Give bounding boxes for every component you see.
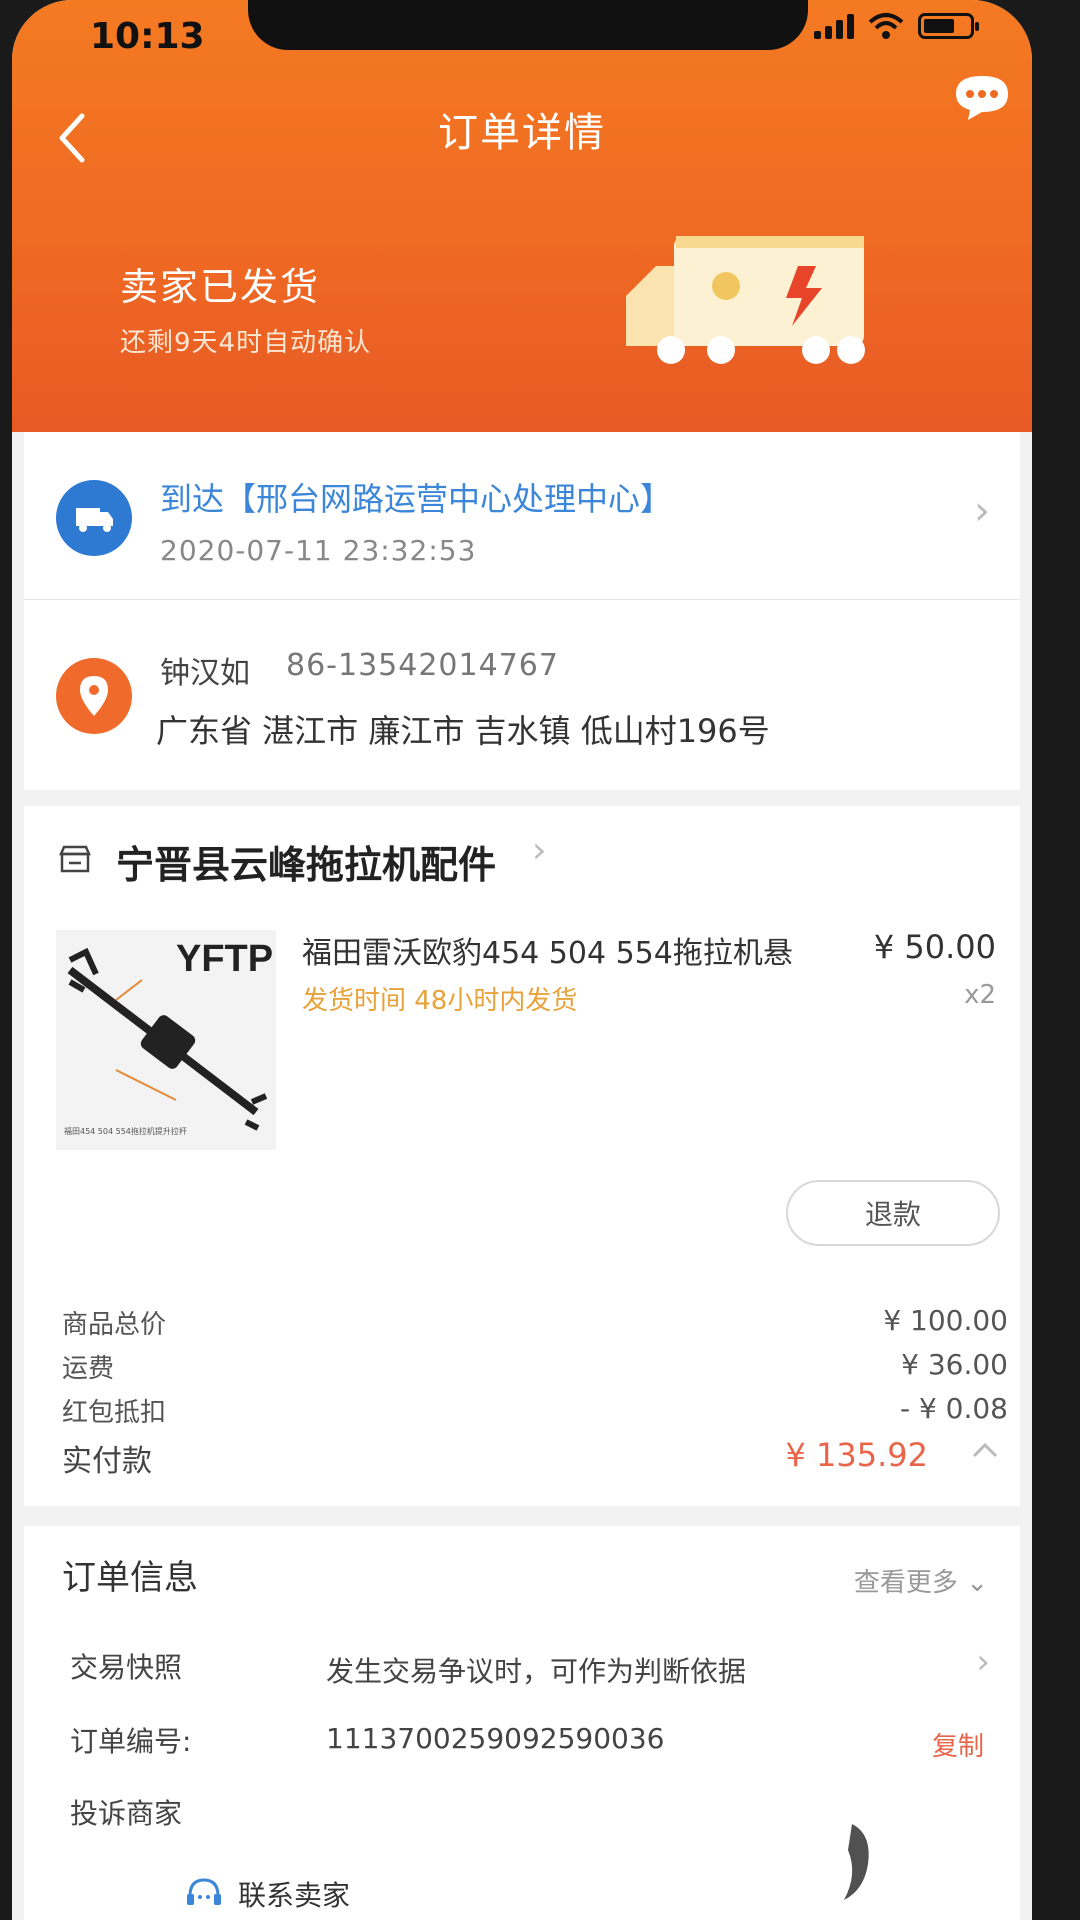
paid-amount: ¥ 135.92: [785, 1436, 929, 1474]
complain-label[interactable]: 投诉商家: [70, 1792, 182, 1832]
status-time: 10:13: [90, 16, 205, 57]
wifi-icon: [868, 13, 904, 39]
receiver-name: 钟汉如: [160, 656, 250, 691]
snapshot-value[interactable]: 发生交易争议时，可作为判断依据: [326, 1650, 746, 1690]
chevron-right-icon: ›: [976, 1642, 990, 1682]
auto-confirm-countdown: 还剩9天4时自动确认: [120, 328, 372, 358]
order-card: 宁晋县云峰拖拉机配件 › YFTP 福田454 504 554拖拉机提升拉杆 福…: [24, 806, 1020, 1506]
fee-label: 运费: [62, 1354, 115, 1384]
fee-row-shipping: 运费 ¥ 36.00: [62, 1348, 1008, 1392]
fee-row-discount: 红包抵扣 - ¥ 0.08: [62, 1392, 1008, 1436]
receiver-phone: 86-13542014767: [286, 648, 559, 683]
logistics-card[interactable]: 到达【邢台网路运营中心处理中心】 2020-07-11 23:32:53 ›: [24, 432, 1020, 600]
signal-icon: [814, 13, 854, 39]
chevron-up-icon[interactable]: [970, 1436, 1000, 1466]
message-icon[interactable]: [950, 70, 1014, 126]
order-info-title: 订单信息: [62, 1558, 198, 1598]
status-icons: [814, 12, 979, 40]
product-quantity: x2: [964, 980, 996, 1010]
product-image-caption: 福田454 504 554拖拉机提升拉杆: [64, 1127, 187, 1136]
receiver-address: 广东省 湛江市 廉江市 吉水镇 低山村196号: [156, 712, 770, 750]
fee-value: - ¥ 0.08: [899, 1392, 1008, 1425]
product-title[interactable]: 福田雷沃欧豹454 504 554拖拉机悬: [302, 928, 822, 972]
shipping-status: 卖家已发货: [120, 265, 321, 309]
battery-icon: [918, 13, 979, 39]
heimao-watermark-logo: 黑 BLACK: [812, 1808, 1005, 1919]
contact-seller-button[interactable]: 联系卖家: [184, 1874, 350, 1914]
watermark-sub: BLACK: [908, 1889, 1005, 1919]
phone-screen: 10:13 订单详情 卖家已发货 还剩9天4时自动确认 到达【邢台网路运营中心处…: [12, 0, 1032, 1920]
chevron-right-icon: ›: [532, 830, 547, 871]
customer-service-icon: [187, 1878, 221, 1905]
fee-value: ¥ 100.00: [883, 1304, 1008, 1337]
fee-row-subtotal: 商品总价 ¥ 100.00: [62, 1304, 1008, 1348]
location-pin-icon: [56, 658, 132, 734]
contact-seller-label: 联系卖家: [238, 1879, 351, 1912]
product-ship-time: 发货时间 48小时内发货: [302, 986, 578, 1016]
shop-icon: [59, 845, 91, 873]
chevron-right-icon: ›: [974, 488, 990, 534]
chevron-down-icon: ⌄: [966, 1568, 988, 1598]
fee-value: ¥ 36.00: [901, 1348, 1008, 1381]
order-number-value: 1113700259092590036: [326, 1722, 665, 1755]
order-header: 10:13 订单详情 卖家已发货 还剩9天4时自动确认: [12, 0, 1032, 432]
view-more-button[interactable]: 查看更多 ⌄: [854, 1562, 988, 1599]
product-price: ¥ 50.00: [873, 928, 996, 966]
product-image[interactable]: YFTP 福田454 504 554拖拉机提升拉杆: [56, 930, 276, 1150]
watermark-char: 黑: [908, 1812, 972, 1886]
copy-button[interactable]: 复制: [932, 1726, 984, 1763]
fee-label: 商品总价: [62, 1310, 167, 1340]
tractor-lift-rod-image: [67, 947, 268, 1131]
logistics-status: 到达【邢台网路运营中心处理中心】: [160, 480, 673, 518]
delivery-truck-illustration: [626, 236, 865, 364]
logistics-time: 2020-07-11 23:32:53: [160, 534, 477, 567]
logistics-truck-icon: [56, 480, 132, 556]
order-number-label: 订单编号:: [70, 1725, 192, 1758]
address-card: 钟汉如 86-13542014767 广东省 湛江市 廉江市 吉水镇 低山村19…: [24, 600, 1020, 790]
fee-row-paid: 实付款 ¥ 135.92: [62, 1436, 1008, 1480]
fee-label: 红包抵扣: [62, 1398, 167, 1428]
refund-button[interactable]: 退款: [786, 1180, 1000, 1246]
paid-label: 实付款: [62, 1444, 152, 1479]
camera-notch: [248, 0, 808, 50]
view-more-label: 查看更多: [853, 1568, 958, 1598]
page-title: 订单详情: [438, 110, 606, 156]
snapshot-label: 交易快照: [70, 1651, 183, 1684]
shop-name[interactable]: 宁晋县云峰拖拉机配件: [116, 834, 496, 889]
